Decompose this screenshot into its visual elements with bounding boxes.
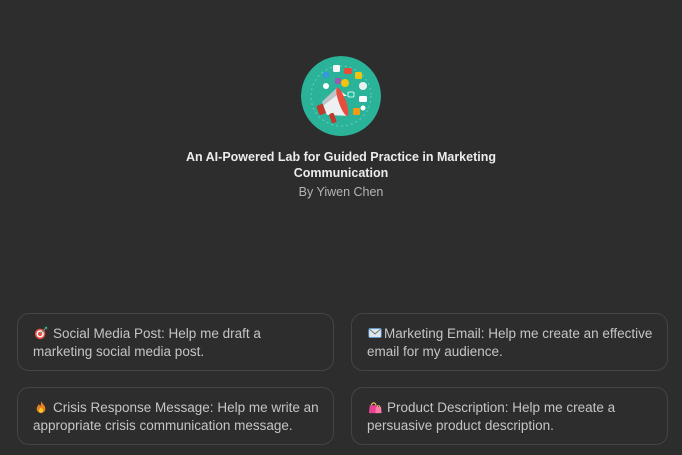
shopping-bags-icon	[368, 402, 382, 414]
gpt-start-screen: An AI-Powered Lab for Guided Practice in…	[0, 0, 682, 455]
prompt-suggestion-crisis-response[interactable]: Crisis Response Message: Help me write a…	[17, 387, 334, 445]
prompt-suggestion-marketing-email[interactable]: Marketing Email: Help me create an effec…	[351, 313, 668, 371]
fire-icon	[36, 400, 46, 414]
target-dart-icon	[34, 326, 48, 340]
prompt-suggestion-text-wrapper: Crisis Response Message: Help me write a…	[33, 399, 319, 435]
gpt-author: By Yiwen Chen	[298, 185, 384, 199]
gpt-intro: An AI-Powered Lab for Guided Practice in…	[0, 56, 682, 200]
prompt-suggestion-text-wrapper: Product Description: Help me create a pe…	[367, 399, 653, 435]
gpt-title: An AI-Powered Lab for Guided Practice in…	[185, 150, 496, 180]
email-envelope-icon	[368, 328, 382, 338]
prompt-suggestion-product-description[interactable]: Product Description: Help me create a pe…	[351, 387, 668, 445]
megaphone-marketing-icon	[301, 56, 381, 136]
prompt-suggestion-text-wrapper: Marketing Email: Help me create an effec…	[367, 325, 653, 361]
gpt-avatar	[301, 56, 381, 136]
prompt-suggestion-social-media-post[interactable]: Social Media Post: Help me draft a marke…	[17, 313, 334, 371]
prompt-suggestion-label: Social Media Post: Help me draft a marke…	[33, 326, 261, 359]
prompt-suggestion-label: Crisis Response Message: Help me write a…	[33, 400, 319, 433]
prompt-suggestion-label: Marketing Email: Help me create an effec…	[367, 326, 653, 359]
prompt-suggestion-label: Product Description: Help me create a pe…	[367, 400, 616, 433]
prompt-suggestion-text-wrapper: Social Media Post: Help me draft a marke…	[33, 325, 319, 361]
